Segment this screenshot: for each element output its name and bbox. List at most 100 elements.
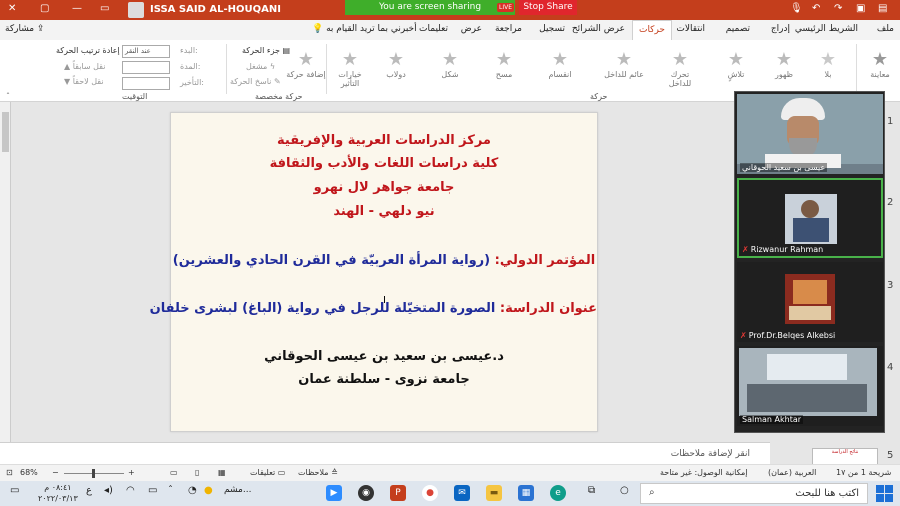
close-icon[interactable]: ✕ (8, 3, 16, 14)
windows-start-icon[interactable] (876, 485, 894, 503)
slide-college: كلية دراسات اللغات والأدب والثقافة (269, 156, 499, 171)
autosave-icon[interactable]: ▤ (878, 3, 887, 14)
microphone-icon[interactable]: 🎙 (790, 3, 803, 14)
chrome-icon[interactable]: ● (422, 485, 438, 501)
powerpoint-icon[interactable]: P (390, 485, 406, 501)
zoom-in-icon[interactable]: + (128, 468, 135, 477)
star-icon: ★ (775, 49, 793, 70)
tab-home[interactable]: الشريط الرئيسي (795, 24, 858, 34)
trigger-button[interactable]: مشغل ϟ (246, 62, 275, 71)
tab-view[interactable]: عرض (461, 24, 482, 34)
undo-icon[interactable]: ↶ (812, 3, 820, 14)
animation-painter-button[interactable]: ناسخ الحركة ✎ (230, 77, 281, 86)
keyboard-language[interactable]: ع (86, 485, 92, 496)
accessibility-status[interactable]: إمكانية الوصول: غير متاحة (660, 468, 748, 477)
video-tile[interactable]: عيسى بن سعيد الحوقاني (737, 94, 883, 174)
thumbnail-number[interactable]: 5 (887, 450, 893, 461)
app-icon[interactable]: ◔ (188, 485, 197, 496)
animation-wipe[interactable]: ★ مسح (484, 50, 524, 80)
weather-text[interactable]: مشم... (224, 485, 251, 495)
notifications-icon[interactable]: ▭ (10, 485, 19, 496)
wifi-icon[interactable]: ◠ (126, 485, 135, 496)
move-earlier-button[interactable]: ▲ نقل سابقاً (64, 62, 105, 71)
thumbnail-number[interactable]: 4 (887, 362, 893, 373)
preview-button[interactable]: ★ معاينة (860, 50, 900, 80)
animation-split[interactable]: ★ انقسام (540, 50, 580, 80)
weather-icon[interactable]: ● (204, 485, 213, 496)
zoom-out-icon[interactable]: − (52, 468, 59, 477)
mail-icon[interactable]: ✉ (454, 485, 470, 501)
tab-help[interactable]: تعليمات (419, 24, 448, 34)
zoom-app-icon[interactable]: ▶ (326, 485, 342, 501)
battery-icon[interactable]: ▭ (148, 485, 157, 496)
collapse-ribbon-icon[interactable]: ˆ (6, 92, 10, 101)
store-icon[interactable]: ▦ (518, 485, 534, 501)
tab-file[interactable]: ملف (877, 24, 894, 34)
add-animation-button[interactable]: ★ إضافة حركة (286, 50, 326, 80)
ribbon-tabs: ملف الشريط الرئيسي إدراج تصميم انتقالات … (0, 20, 900, 40)
video-tile[interactable]: ✗ Prof.Dr.Belqes Alkebsi (737, 262, 883, 342)
share-button[interactable]: مشاركة ⇪ (5, 24, 44, 34)
move-later-label: نقل لاحقاً (72, 77, 104, 86)
language-status[interactable]: العربية (عمان) (768, 468, 816, 477)
vertical-scrollbar[interactable] (0, 102, 11, 442)
duration-input[interactable] (122, 61, 170, 74)
slide-canvas[interactable]: مركز الدراسات العربية والإفريقية كلية در… (150, 112, 598, 432)
video-tile[interactable]: ✗ Rizwanur Rahman (737, 178, 883, 258)
tab-slide-show[interactable]: عرض الشرائح (572, 24, 625, 34)
delay-input[interactable] (122, 77, 170, 90)
tab-record[interactable]: تسجيل (539, 24, 565, 34)
animation-pane-button[interactable]: جزء الحركة ▤ (242, 46, 290, 55)
animation-appear[interactable]: ★ ظهور (764, 49, 804, 80)
tab-animations[interactable]: حركات (631, 20, 672, 40)
tab-review[interactable]: مراجعة (495, 24, 522, 34)
notes-button[interactable]: ملاحظات ≙ (298, 468, 338, 477)
video-tile[interactable]: Salman Akhtar (737, 346, 883, 426)
thumbnail-number[interactable]: 3 (887, 280, 893, 291)
volume-icon[interactable]: ◂) (104, 485, 113, 496)
slideshow-view-icon[interactable]: ▭ (170, 468, 178, 477)
user-name[interactable]: ISSA SAID AL-HOUQANI (150, 4, 281, 15)
tell-me-label: أخبرني بما تريد القيام به (326, 24, 417, 34)
clock[interactable]: ٠٨:٤١ م ٢٠٢٢/٠٣/١٣ (38, 482, 78, 504)
animation-none[interactable]: ★ بلا (808, 50, 848, 80)
comments-button[interactable]: تعليقات ▭ (250, 468, 285, 477)
chevron-up-icon[interactable]: ˆ (168, 485, 173, 496)
maximize-icon[interactable]: ▢ (40, 3, 49, 14)
fit-slide-icon[interactable]: ⊡ (6, 468, 13, 477)
reading-view-icon[interactable]: ▯ (195, 468, 199, 477)
cortana-icon[interactable]: ○ (620, 485, 629, 496)
redo-icon[interactable]: ↷ (834, 3, 842, 14)
tab-insert[interactable]: إدراج (771, 24, 790, 34)
effect-options-button[interactable]: ★ خيارات التأثير (330, 50, 370, 89)
avatar[interactable] (128, 2, 144, 18)
slide-university: جامعة جواهر لال نهرو (313, 180, 455, 195)
animation-wheel[interactable]: ★ دولاب (376, 50, 416, 80)
notes-pane[interactable]: انقر لإضافة ملاحظات (0, 442, 770, 464)
scrollbar-thumb[interactable] (2, 112, 9, 152)
thumbnail-number[interactable]: 2 (887, 197, 893, 208)
animation-shape[interactable]: ★ شكل (430, 50, 470, 80)
edge-icon[interactable]: e (550, 485, 566, 501)
zoom-level[interactable]: 68% (20, 468, 38, 477)
stop-share-button[interactable]: Stop Share (519, 0, 577, 15)
tab-transitions[interactable]: انتقالات (676, 24, 705, 34)
minimize-icon[interactable]: — (72, 3, 82, 14)
task-view-icon[interactable]: ⧉ (588, 485, 595, 496)
ribbon-display-icon[interactable]: ▭ (100, 3, 109, 14)
thumbnail-number[interactable]: 1 (887, 116, 893, 127)
tell-me-search[interactable]: 💡 أخبرني بما تريد القيام به (312, 24, 417, 34)
normal-view-icon[interactable]: ▦ (218, 468, 226, 477)
zoom-slider-thumb[interactable] (92, 469, 95, 478)
thumbnail-title: نتائج الدراسة (831, 449, 859, 455)
file-explorer-icon[interactable]: ▬ (486, 485, 502, 501)
animation-fade[interactable]: ★ تلاشٍ (716, 50, 756, 80)
move-later-button[interactable]: ▼ نقل لاحقاً (64, 77, 104, 86)
save-icon[interactable]: ▣ (856, 3, 865, 14)
start-select[interactable]: عند النقر (122, 45, 170, 58)
animation-fly-in[interactable]: ★ تحرك للداخل (660, 50, 700, 89)
animation-float-in[interactable]: ★ عائم للداخل (604, 50, 644, 80)
obs-icon[interactable]: ◉ (358, 485, 374, 501)
search-input[interactable]: اكتب هنا للبحث ⌕ (640, 483, 868, 504)
tab-design[interactable]: تصميم (726, 24, 750, 34)
